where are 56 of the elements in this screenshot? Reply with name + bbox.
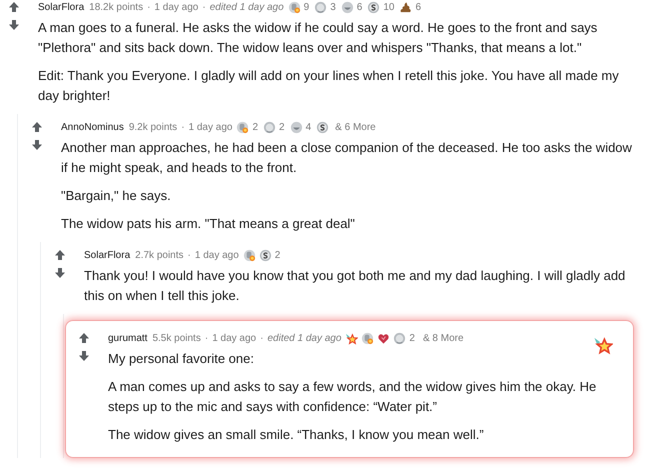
comment-text: The widow pats his arm. "That means a great deal" <box>61 215 356 233</box>
separator-dot: · <box>147 2 150 12</box>
more-awards-link[interactable]: & 6 More <box>335 122 376 132</box>
coin-icon <box>367 0 380 14</box>
upvote-icon[interactable] <box>31 121 43 133</box>
comment-text: "Bargain," he says. <box>61 187 172 205</box>
edited-timestamp: edited 1 day ago <box>267 332 342 344</box>
username-link[interactable]: AnnoNominus <box>61 122 124 132</box>
heart-icon <box>377 332 390 344</box>
points-count: 5.5k points <box>152 332 201 344</box>
upvote-icon[interactable] <box>78 332 90 344</box>
downvote-icon[interactable] <box>54 267 66 279</box>
timestamp: 1 day ago <box>188 122 232 132</box>
award-count: 2 <box>409 332 415 344</box>
downvote-icon[interactable] <box>8 19 20 31</box>
downvote-icon[interactable] <box>78 350 90 362</box>
award-count: 10 <box>383 2 394 12</box>
comment-text: Another man approaches, he had been a close companion of the deceased. He too asks the widow if he might speak, and heads to the front. <box>61 139 633 177</box>
username-link[interactable]: SolarFlora <box>84 250 130 260</box>
poop-icon <box>399 0 412 14</box>
coin-icon <box>316 120 330 134</box>
separator-dot: · <box>204 332 208 344</box>
separator-dot: · <box>188 250 191 260</box>
upvote-icon[interactable] <box>8 1 20 13</box>
star-icon <box>593 335 613 355</box>
edited-timestamp: edited 1 day ago <box>210 2 284 12</box>
award-count: 9 <box>304 2 310 12</box>
upvote-icon[interactable] <box>54 249 66 261</box>
award-count: 2 <box>252 122 258 132</box>
points-count: 9.2k points <box>128 122 178 132</box>
award-count: 3 <box>330 2 336 12</box>
timestamp: 1 day ago <box>212 332 256 344</box>
star-icon <box>345 332 358 344</box>
comment-text: A man goes to a funeral. He asks the widow if he could say a word. He goes to the front and says "Plethora" and sits back down. The widow leans over and whispers "Thanks, that means a lot." <box>38 19 598 57</box>
username-link[interactable]: gurumatt <box>108 332 148 344</box>
downvote-icon[interactable] <box>31 139 43 151</box>
comment-text: A man comes up and asks to say a few words, and the widow gives him the okay. He steps up to the mic and says with confidence: “Water pit.” <box>108 378 598 416</box>
award-count: 6 <box>415 2 422 12</box>
award-count: 2 <box>279 122 285 132</box>
award-count: 6 <box>356 2 362 12</box>
separator-dot: · <box>260 332 264 344</box>
award-count: 2 <box>274 250 280 260</box>
award-count: 4 <box>306 122 312 132</box>
username-link[interactable]: SolarFlora <box>38 2 84 12</box>
timestamp: 1 day ago <box>154 2 198 12</box>
timestamp: 1 day ago <box>194 250 239 260</box>
separator-dot: · <box>181 122 185 132</box>
separator-dot: · <box>202 2 206 12</box>
points-count: 2.7k points <box>135 250 184 260</box>
comment-text: The widow gives an small smile. “Thanks, I know you mean well.” <box>108 426 485 444</box>
comment-text: Thank you! I would have you know that you got both me and my dad laughing. I will gladly add this on when I tell this joke. <box>84 267 626 305</box>
coin-icon <box>258 248 272 262</box>
points-count: 18.2k points <box>89 2 144 12</box>
comment-text: My personal favorite one: <box>108 350 255 368</box>
comment-text: Edit: Thank you Everyone. I gladly will add on your lines when I retell this joke. You have all made my day brighter! <box>38 67 620 105</box>
more-awards-link[interactable]: & 8 More <box>422 332 464 344</box>
